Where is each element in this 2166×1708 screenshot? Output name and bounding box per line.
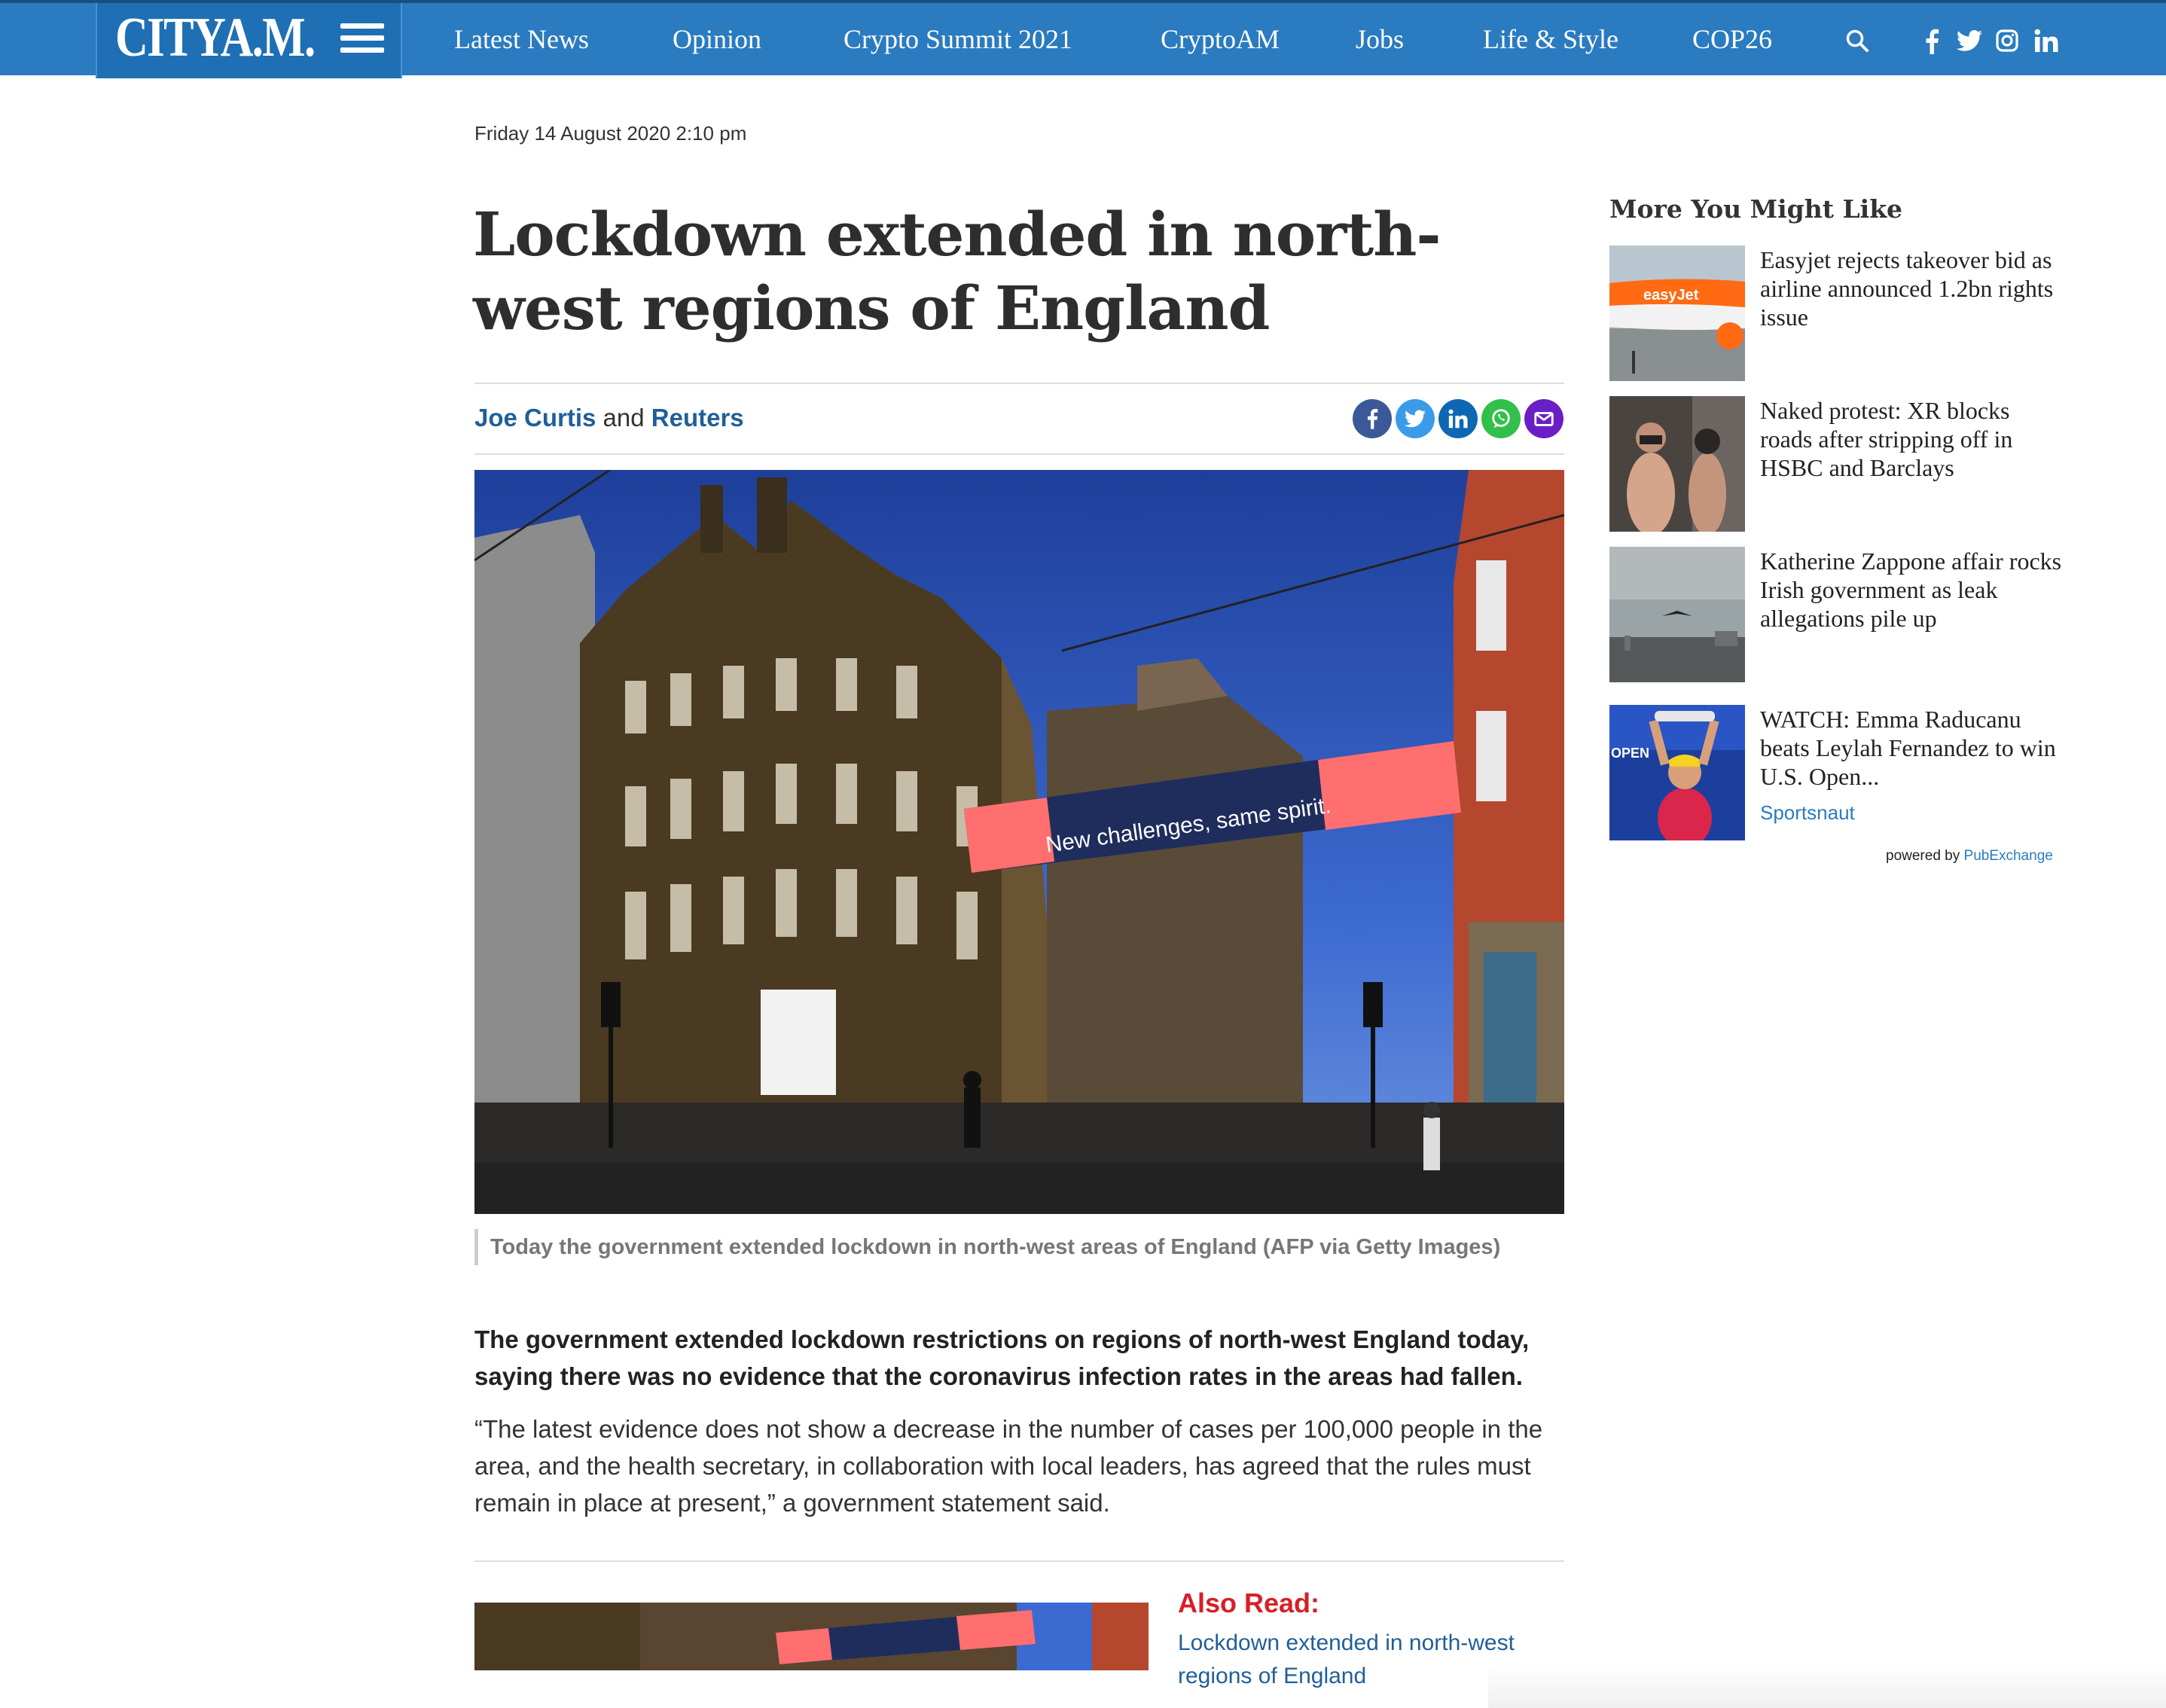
page-bottom-shadow (1488, 1663, 2166, 1708)
recommended-thumbnail[interactable] (1609, 547, 1745, 682)
also-read-label: Also Read: (1178, 1588, 1320, 1618)
pubexchange-link[interactable]: PubExchange (1964, 848, 2053, 864)
recommended-title[interactable]: Naked protest: XR blocks roads after str… (1760, 396, 2064, 482)
svg-text:OPEN: OPEN (1611, 746, 1649, 761)
also-read-thumbnail[interactable] (474, 1603, 1149, 1670)
linkedin-icon[interactable] (2034, 29, 2058, 53)
nav-latest-news[interactable]: Latest News (454, 21, 589, 57)
byline: Joe Curtis and Reuters (474, 404, 744, 432)
recommended-title[interactable]: Katherine Zappone affair rocks Irish gov… (1760, 547, 2064, 633)
article-headline: Lockdown extended in north-west regions … (473, 199, 1441, 343)
recommended-item[interactable]: easyJet Easyjet rejects takeover bid as … (1609, 246, 2064, 381)
nav-cop26[interactable]: COP26 (1692, 21, 1772, 57)
recommended-thumbnail[interactable]: OPEN (1609, 705, 1745, 840)
whatsapp-share-icon[interactable] (1481, 399, 1521, 438)
facebook-share-icon[interactable] (1353, 399, 1392, 438)
linkedin-share-icon[interactable] (1438, 399, 1478, 438)
recommended-thumbnail[interactable] (1609, 396, 1745, 532)
recommended-item[interactable]: Naked protest: XR blocks roads after str… (1609, 396, 2064, 532)
sidebar-title: More You Might Like (1609, 194, 1903, 224)
powered-by-label: powered by (1886, 848, 1960, 864)
twitter-share-icon[interactable] (1396, 399, 1435, 438)
recommended-title[interactable]: WATCH: Emma Raducanu beats Leylah Fernan… (1760, 705, 2064, 791)
article-paragraph: “The latest evidence does not show a dec… (474, 1415, 1543, 1517)
nav-life-style[interactable]: Life & Style (1483, 21, 1618, 57)
also-read-divider (474, 1560, 1564, 1562)
article-lead-paragraph: The government extended lockdown restric… (474, 1325, 1530, 1390)
byline-divider-top (474, 383, 1564, 384)
instagram-icon[interactable] (1996, 29, 2018, 52)
powered-by: powered by PubExchange (1886, 848, 2053, 865)
nav-jobs[interactable]: Jobs (1356, 21, 1404, 57)
recommended-source[interactable]: Sportsnaut (1760, 801, 1855, 825)
top-navigation-bar: CITYA.M. Latest News Opinion Crypto Summ… (0, 0, 2166, 78)
image-caption: Today the government extended lockdown i… (474, 1229, 1500, 1265)
author-link-reuters[interactable]: Reuters (651, 404, 744, 432)
svg-text:easyJet: easyJet (1643, 287, 1699, 303)
email-share-icon[interactable] (1524, 399, 1563, 438)
author-link-joe-curtis[interactable]: Joe Curtis (474, 404, 596, 432)
byline-conjunction: and (603, 404, 645, 432)
logo-area[interactable]: CITYA.M. (96, 3, 402, 78)
search-icon[interactable] (1845, 29, 1869, 53)
recommended-item[interactable]: OPEN WATCH: Emma Raducanu beats Leylah F… (1609, 705, 2064, 840)
facebook-icon[interactable] (1924, 29, 1939, 54)
nav-crypto-summit[interactable]: Crypto Summit 2021 (844, 21, 1072, 57)
recommended-item[interactable]: Katherine Zappone affair rocks Irish gov… (1609, 547, 2064, 682)
recommended-title[interactable]: Easyjet rejects takeover bid as airline … (1760, 246, 2064, 331)
article-hero-image: New challenges, same spirit. (474, 470, 1564, 1214)
byline-divider-bottom (474, 453, 1564, 455)
hamburger-menu-icon[interactable] (340, 23, 384, 56)
twitter-icon[interactable] (1957, 30, 1982, 51)
recommended-thumbnail[interactable]: easyJet (1609, 246, 1745, 381)
nav-opinion[interactable]: Opinion (673, 21, 761, 57)
city-am-logo[interactable]: CITYA.M. (115, 6, 316, 69)
article-date: Friday 14 August 2020 2:10 pm (474, 122, 747, 145)
nav-cryptoam[interactable]: CryptoAM (1161, 21, 1280, 57)
